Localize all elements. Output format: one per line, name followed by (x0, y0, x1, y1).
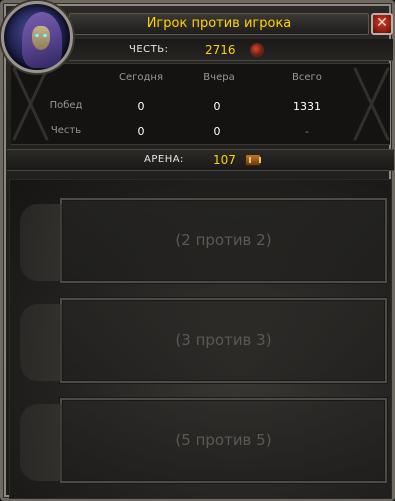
arena-points-icon (245, 154, 261, 166)
character-portrait-icon (1, 1, 73, 73)
team-slot-3v3[interactable]: (3 против 3) (20, 298, 387, 383)
honor-total: - (305, 125, 309, 138)
column-header-total: Всего (292, 72, 322, 83)
arena-label: АРЕНА: (144, 154, 184, 165)
team-slot-2v2[interactable]: (2 против 2) (20, 198, 387, 283)
honor-points-icon (250, 43, 264, 57)
arena-value: 107 (213, 153, 236, 167)
crossed-swords-decoration (356, 64, 386, 144)
column-header-today: Сегодня (119, 72, 163, 83)
honor-value: 2716 (205, 43, 236, 57)
honor-yesterday: 0 (213, 125, 221, 138)
close-icon: ✕ (376, 15, 388, 31)
honor-label: ЧЕСТЬ: (129, 44, 169, 55)
stats-table: Сегодня Вчера Всего Побед 0 0 1331 Честь… (11, 63, 390, 145)
pvp-window: Игрок против игрока ✕ ЧЕСТЬ: 2716 Сегодн… (0, 0, 395, 501)
wins-yesterday: 0 (213, 100, 221, 113)
window-title: Игрок против игрока (69, 13, 369, 35)
team-label-2v2: (2 против 2) (175, 231, 272, 249)
arena-teams-area: (2 против 2) (3 против 3) (5 против 5) (9, 179, 392, 499)
wins-today: 0 (137, 100, 145, 113)
honor-today: 0 (137, 125, 145, 138)
team-banner-tab (20, 304, 62, 381)
team-label-5v5: (5 против 5) (175, 431, 272, 449)
arena-bar: АРЕНА: 107 (7, 149, 394, 171)
row-label-honor: Честь (50, 125, 82, 136)
team-banner-tab (20, 404, 62, 481)
honor-bar: ЧЕСТЬ: 2716 (69, 39, 393, 61)
wins-total: 1331 (293, 100, 321, 113)
close-button[interactable]: ✕ (371, 13, 393, 35)
row-label-wins: Побед (49, 100, 83, 111)
team-slot-5v5[interactable]: (5 против 5) (20, 398, 387, 483)
column-header-yesterday: Вчера (203, 72, 235, 83)
team-banner-tab (20, 204, 62, 281)
team-label-3v3: (3 против 3) (175, 331, 272, 349)
